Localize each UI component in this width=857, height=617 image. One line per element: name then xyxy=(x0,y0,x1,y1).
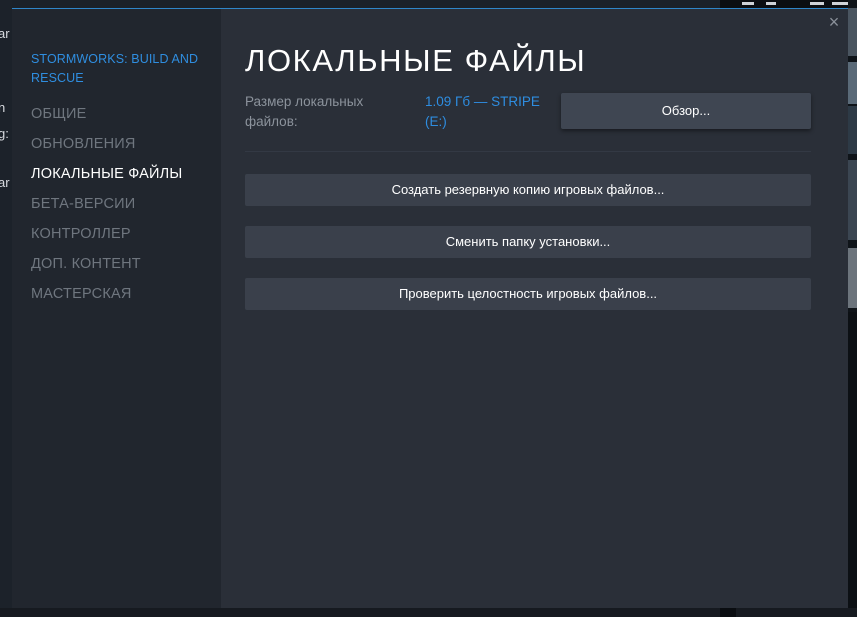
browse-button[interactable]: Обзор... xyxy=(561,93,811,129)
game-title: STORMWORKS: BUILD AND RESCUE xyxy=(31,52,199,85)
sidebar-item-controller[interactable]: КОНТРОЛЛЕР xyxy=(31,225,182,255)
sidebar-item-general[interactable]: ОБЩИЕ xyxy=(31,105,182,135)
background-left-edge: ar n g: ar xyxy=(0,0,12,617)
background-bottom-edge xyxy=(0,608,857,617)
sidebar-item-local-files[interactable]: ЛОКАЛЬНЫЕ ФАЙЛЫ xyxy=(31,165,182,195)
verify-integrity-button[interactable]: Проверить целостность игровых файлов... xyxy=(245,278,811,310)
divider xyxy=(245,151,811,152)
sidebar-item-dlc[interactable]: ДОП. КОНТЕНТ xyxy=(31,255,182,285)
game-properties-dialog: STORMWORKS: BUILD AND RESCUE ОБЩИЕ ОБНОВ… xyxy=(12,8,848,608)
background-text-fragment: n xyxy=(0,100,6,115)
sidebar-item-workshop[interactable]: МАСТЕРСКАЯ xyxy=(31,285,182,315)
background-text-fragment: ar xyxy=(0,175,10,190)
sidebar-item-updates[interactable]: ОБНОВЛЕНИЯ xyxy=(31,135,182,165)
sidebar-item-betas[interactable]: БЕТА-ВЕРСИИ xyxy=(31,195,182,225)
backup-game-files-button[interactable]: Создать резервную копию игровых файлов..… xyxy=(245,174,811,206)
sidebar: STORMWORKS: BUILD AND RESCUE ОБЩИЕ ОБНОВ… xyxy=(12,9,221,608)
page-title: ЛОКАЛЬНЫЕ ФАЙЛЫ xyxy=(245,43,587,78)
background-top-strip xyxy=(720,0,857,8)
local-files-size-value: 1.09 Гб — STRIPE (E:) xyxy=(425,94,540,129)
background-text-fragment: ar xyxy=(0,26,10,41)
background-text-fragment: g: xyxy=(0,126,9,141)
background-right-edge xyxy=(848,0,857,617)
close-icon[interactable]: × xyxy=(824,12,844,32)
sidebar-nav: ОБЩИЕ ОБНОВЛЕНИЯ ЛОКАЛЬНЫЕ ФАЙЛЫ БЕТА-ВЕ… xyxy=(31,105,182,315)
move-install-folder-button[interactable]: Сменить папку установки... xyxy=(245,226,811,258)
local-files-size-label: Размер локальных файлов: xyxy=(245,94,364,129)
main-content: ЛОКАЛЬНЫЕ ФАЙЛЫ Размер локальных файлов:… xyxy=(221,9,848,608)
